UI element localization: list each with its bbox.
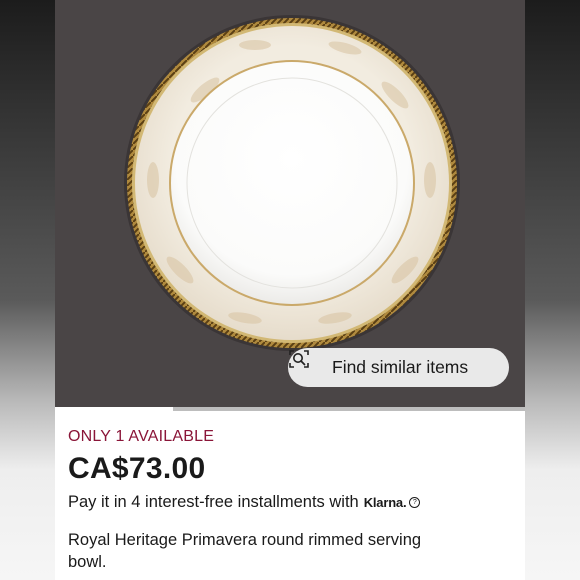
installments-text: Pay it in 4 interest-free installments w…	[68, 493, 359, 511]
visual-search-icon	[289, 350, 326, 379]
find-similar-button[interactable]: Find similar items	[288, 348, 509, 387]
info-icon[interactable]: ?	[409, 497, 421, 508]
product-image[interactable]: Find similar items	[55, 0, 525, 410]
find-similar-label: Find similar items	[332, 357, 469, 377]
installments-row: Pay it in 4 interest-free installments w…	[68, 493, 518, 512]
product-description: Royal Heritage Primavera round rimmed se…	[68, 531, 422, 571]
price: CA$73.00	[68, 452, 206, 485]
availability-badge: ONLY 1 AVAILABLE	[68, 428, 215, 445]
listing-info: ONLY 1 AVAILABLE CA$73.00 Pay it in 4 in…	[68, 428, 518, 573]
klarna-logo: Klarna.	[363, 495, 407, 510]
image-carousel-indicator-fill	[55, 407, 173, 411]
product-card: Find similar items ONLY 1 AVAILABLE CA$7…	[55, 0, 525, 580]
